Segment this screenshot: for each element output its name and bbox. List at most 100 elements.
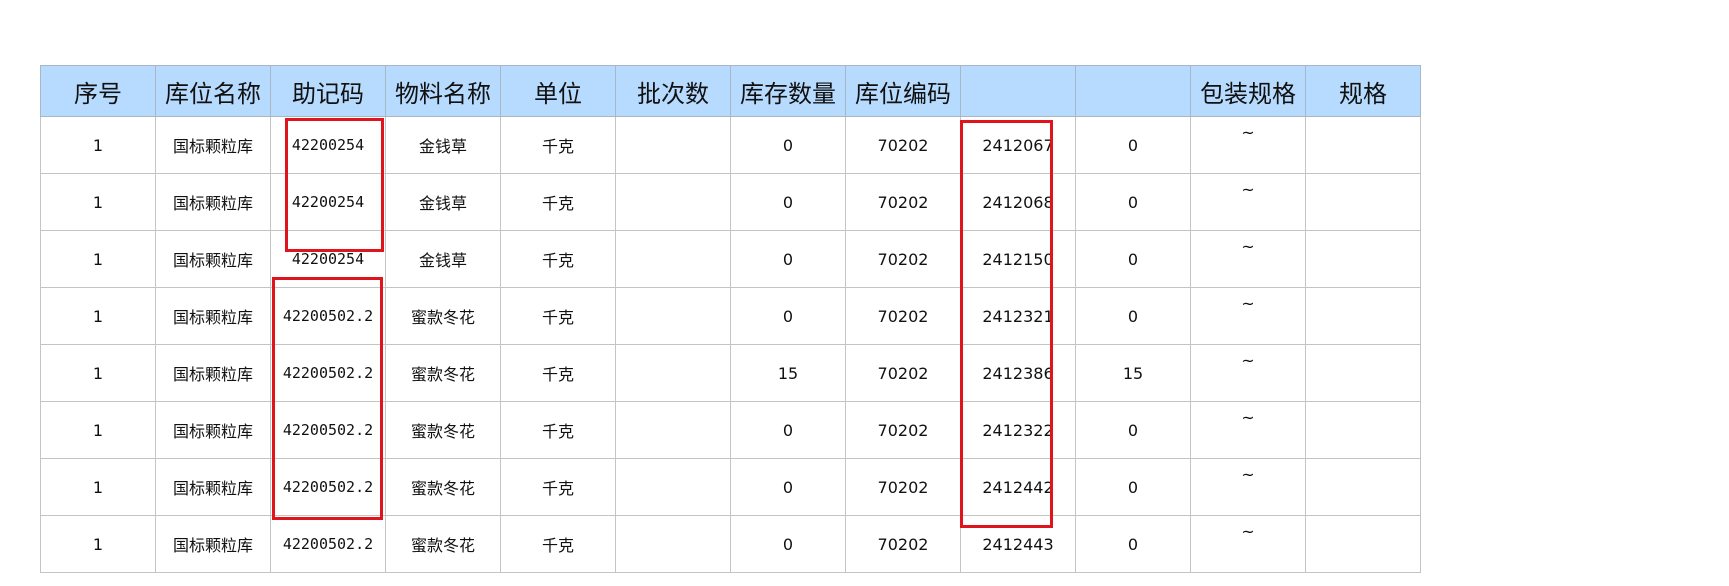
cell-mnemonic-code[interactable]: 42200254 xyxy=(270,173,386,231)
cell-stock-quantity[interactable]: 0 xyxy=(730,116,846,174)
cell-package-spec[interactable]: ~ xyxy=(1190,230,1306,288)
cell-quantity[interactable]: 0 xyxy=(1075,515,1191,573)
cell-location-name[interactable]: 国标颗粒库 xyxy=(155,173,271,231)
cell-material-name[interactable]: 蜜款冬花 xyxy=(385,287,501,345)
cell-unit[interactable]: 千克 xyxy=(500,344,616,402)
cell-unit[interactable]: 千克 xyxy=(500,173,616,231)
cell-quantity[interactable]: 0 xyxy=(1075,401,1191,459)
cell-location-code[interactable]: 70202 xyxy=(845,344,961,402)
cell-unit[interactable]: 千克 xyxy=(500,116,616,174)
cell-material-name[interactable]: 蜜款冬花 xyxy=(385,515,501,573)
cell-unit[interactable]: 千克 xyxy=(500,230,616,288)
cell-batch-number[interactable]: 2412442 xyxy=(960,458,1076,516)
cell-mnemonic-code[interactable]: 42200502.2 xyxy=(270,401,386,459)
cell-seq[interactable]: 1 xyxy=(40,401,156,459)
table-row[interactable]: 1 国标颗粒库 42200502.2 蜜款冬花 千克 0 70202 2412442 0 ~ xyxy=(40,458,1421,516)
table-row[interactable]: 1 国标颗粒库 42200502.2 蜜款冬花 千克 15 70202 2412386 15 ~ xyxy=(40,344,1421,402)
cell-stock-quantity[interactable]: 0 xyxy=(730,515,846,573)
cell-batch-count[interactable] xyxy=(615,344,731,402)
header-cell-mnemonic-code[interactable]: 助记码 xyxy=(270,65,386,117)
cell-batch-number[interactable]: 2412322 xyxy=(960,401,1076,459)
cell-batch-count[interactable] xyxy=(615,173,731,231)
cell-stock-quantity[interactable]: 0 xyxy=(730,287,846,345)
cell-spec[interactable] xyxy=(1305,230,1421,288)
cell-location-name[interactable]: 国标颗粒库 xyxy=(155,515,271,573)
cell-quantity[interactable]: 0 xyxy=(1075,173,1191,231)
cell-location-code[interactable]: 70202 xyxy=(845,116,961,174)
cell-material-name[interactable]: 金钱草 xyxy=(385,173,501,231)
table-row[interactable]: 1 国标颗粒库 42200254 金钱草 千克 0 70202 2412068 0 ~ xyxy=(40,173,1421,231)
cell-quantity[interactable]: 0 xyxy=(1075,230,1191,288)
cell-mnemonic-code[interactable]: 42200502.2 xyxy=(270,344,386,402)
cell-location-name[interactable]: 国标颗粒库 xyxy=(155,287,271,345)
cell-batch-count[interactable] xyxy=(615,401,731,459)
cell-material-name[interactable]: 蜜款冬花 xyxy=(385,458,501,516)
cell-mnemonic-code[interactable]: 42200502.2 xyxy=(270,458,386,516)
cell-stock-quantity[interactable]: 0 xyxy=(730,458,846,516)
cell-seq[interactable]: 1 xyxy=(40,515,156,573)
header-cell-package-spec[interactable]: 包装规格 xyxy=(1190,65,1306,117)
header-cell-location-code[interactable]: 库位编码 xyxy=(845,65,961,117)
cell-package-spec[interactable]: ~ xyxy=(1190,173,1306,231)
header-cell-spec[interactable]: 规格 xyxy=(1305,65,1421,117)
cell-material-name[interactable]: 蜜款冬花 xyxy=(385,344,501,402)
cell-location-name[interactable]: 国标颗粒库 xyxy=(155,401,271,459)
cell-unit[interactable]: 千克 xyxy=(500,515,616,573)
header-cell-blank-2[interactable] xyxy=(1075,65,1191,117)
cell-package-spec[interactable]: ~ xyxy=(1190,458,1306,516)
cell-spec[interactable] xyxy=(1305,344,1421,402)
cell-spec[interactable] xyxy=(1305,515,1421,573)
cell-spec[interactable] xyxy=(1305,401,1421,459)
cell-batch-number[interactable]: 2412150 xyxy=(960,230,1076,288)
header-cell-unit[interactable]: 单位 xyxy=(500,65,616,117)
cell-package-spec[interactable]: ~ xyxy=(1190,344,1306,402)
cell-stock-quantity[interactable]: 0 xyxy=(730,401,846,459)
table-row[interactable]: 1 国标颗粒库 42200254 金钱草 千克 0 70202 2412067 0 ~ xyxy=(40,116,1421,174)
table-row[interactable]: 1 国标颗粒库 42200254 金钱草 千克 0 70202 2412150 0 ~ xyxy=(40,230,1421,288)
header-cell-batch-count[interactable]: 批次数 xyxy=(615,65,731,117)
cell-seq[interactable]: 1 xyxy=(40,173,156,231)
cell-seq[interactable]: 1 xyxy=(40,287,156,345)
cell-batch-count[interactable] xyxy=(615,230,731,288)
cell-batch-number[interactable]: 2412067 xyxy=(960,116,1076,174)
header-cell-seq[interactable]: 序号 xyxy=(40,65,156,117)
cell-location-code[interactable]: 70202 xyxy=(845,173,961,231)
cell-location-name[interactable]: 国标颗粒库 xyxy=(155,116,271,174)
cell-material-name[interactable]: 金钱草 xyxy=(385,116,501,174)
cell-spec[interactable] xyxy=(1305,116,1421,174)
header-cell-location-name[interactable]: 库位名称 xyxy=(155,65,271,117)
cell-quantity[interactable]: 0 xyxy=(1075,287,1191,345)
cell-unit[interactable]: 千克 xyxy=(500,458,616,516)
cell-quantity[interactable]: 0 xyxy=(1075,458,1191,516)
cell-spec[interactable] xyxy=(1305,173,1421,231)
cell-mnemonic-code[interactable]: 42200254 xyxy=(270,230,386,288)
cell-location-name[interactable]: 国标颗粒库 xyxy=(155,458,271,516)
cell-package-spec[interactable]: ~ xyxy=(1190,287,1306,345)
cell-batch-number[interactable]: 2412386 xyxy=(960,344,1076,402)
cell-seq[interactable]: 1 xyxy=(40,230,156,288)
cell-spec[interactable] xyxy=(1305,458,1421,516)
header-cell-stock-quantity[interactable]: 库存数量 xyxy=(730,65,846,117)
cell-batch-number[interactable]: 2412068 xyxy=(960,173,1076,231)
cell-mnemonic-code[interactable]: 42200502.2 xyxy=(270,287,386,345)
cell-batch-count[interactable] xyxy=(615,287,731,345)
cell-spec[interactable] xyxy=(1305,287,1421,345)
cell-unit[interactable]: 千克 xyxy=(500,287,616,345)
cell-seq[interactable]: 1 xyxy=(40,458,156,516)
cell-stock-quantity[interactable]: 15 xyxy=(730,344,846,402)
cell-location-name[interactable]: 国标颗粒库 xyxy=(155,230,271,288)
cell-mnemonic-code[interactable]: 42200502.2 xyxy=(270,515,386,573)
cell-material-name[interactable]: 金钱草 xyxy=(385,230,501,288)
cell-location-code[interactable]: 70202 xyxy=(845,515,961,573)
cell-batch-number[interactable]: 2412321 xyxy=(960,287,1076,345)
cell-stock-quantity[interactable]: 0 xyxy=(730,173,846,231)
cell-seq[interactable]: 1 xyxy=(40,344,156,402)
header-cell-blank-1[interactable] xyxy=(960,65,1076,117)
cell-package-spec[interactable]: ~ xyxy=(1190,116,1306,174)
cell-seq[interactable]: 1 xyxy=(40,116,156,174)
cell-location-code[interactable]: 70202 xyxy=(845,458,961,516)
cell-batch-count[interactable] xyxy=(615,515,731,573)
cell-location-name[interactable]: 国标颗粒库 xyxy=(155,344,271,402)
cell-location-code[interactable]: 70202 xyxy=(845,287,961,345)
cell-unit[interactable]: 千克 xyxy=(500,401,616,459)
